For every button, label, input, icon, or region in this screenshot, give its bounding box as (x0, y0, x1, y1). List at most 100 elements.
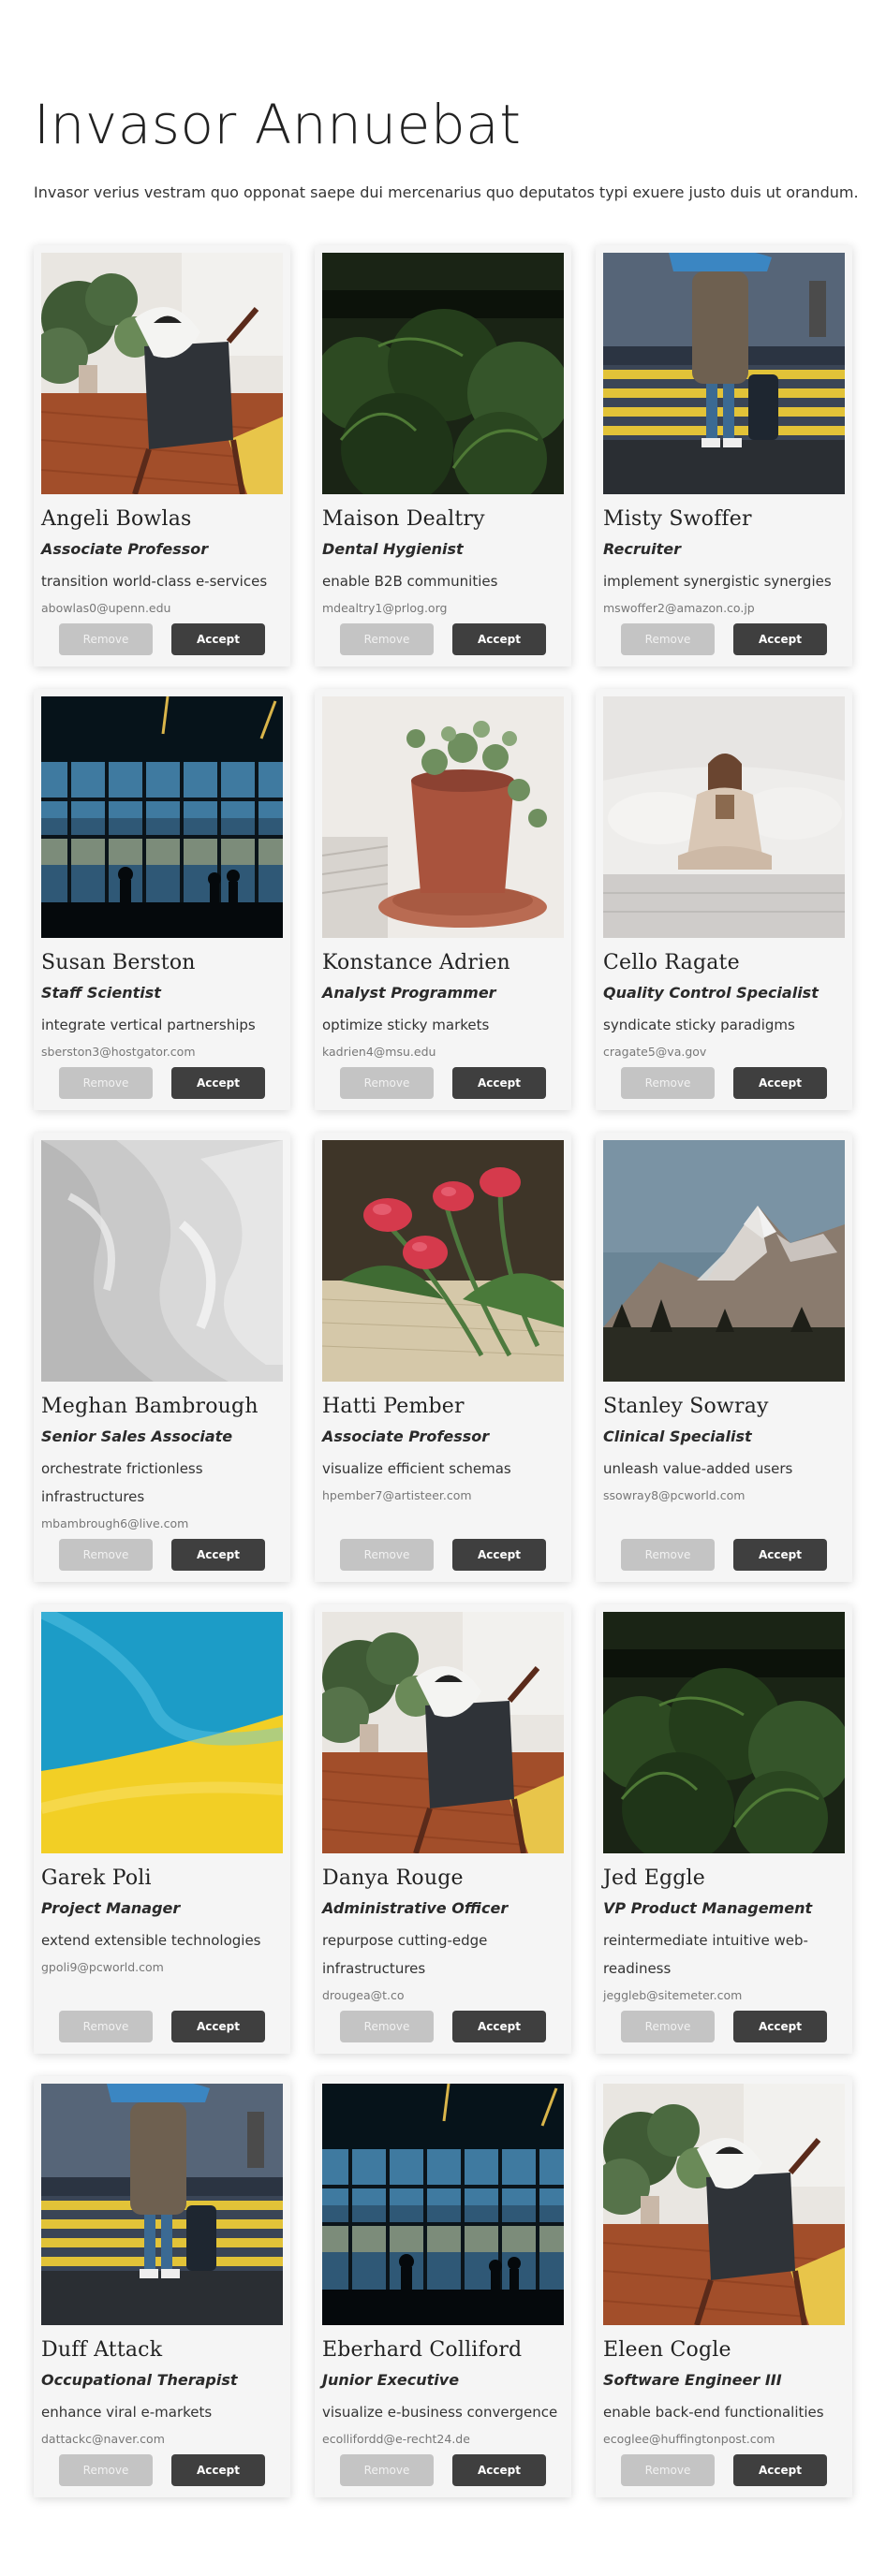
profile-email: dattackc@naver.com (41, 2432, 165, 2446)
profile-image (603, 2084, 845, 2325)
airport-window-photo (41, 696, 283, 938)
remove-button[interactable]: Remove (621, 1067, 715, 1099)
profile-email: ssowray8@pcworld.com (603, 1488, 746, 1502)
profile-card: Eberhard Colliford Junior Executive visu… (315, 2076, 571, 2497)
accept-button[interactable]: Accept (733, 1067, 827, 1099)
profile-image (41, 1140, 283, 1382)
profile-image (322, 253, 564, 494)
profile-image (41, 696, 283, 938)
accept-button[interactable]: Accept (171, 2454, 265, 2486)
street-crosswalk-photo (603, 253, 845, 494)
profile-tagline: repurpose cutting-edge infrastructures (322, 1932, 488, 1977)
profile-image (322, 2084, 564, 2325)
profile-name: Meghan Bambrough (41, 1395, 258, 1418)
remove-button[interactable]: Remove (621, 2454, 715, 2486)
profile-tagline: enable B2B communities (322, 573, 498, 590)
profile-image (603, 696, 845, 938)
profile-tagline: visualize e-business convergence (322, 2404, 558, 2421)
accept-button[interactable]: Accept (452, 1539, 546, 1571)
profile-email: jeggleb@sitemeter.com (603, 1988, 743, 2002)
card-actions: Remove Accept (34, 623, 290, 655)
profile-tagline: optimize sticky markets (322, 1017, 490, 1033)
profile-name: Konstance Adrien (322, 951, 510, 974)
accept-button[interactable]: Accept (171, 623, 265, 655)
profile-card: Jed Eggle VP Product Management reinterm… (596, 1604, 852, 2054)
profile-name: Duff Attack (41, 2338, 163, 2362)
profile-email: drougea@t.co (322, 1988, 405, 2002)
profile-tagline: orchestrate frictionless infrastructures (41, 1460, 203, 1505)
accept-button[interactable]: Accept (733, 2454, 827, 2486)
street-crosswalk-photo (41, 2084, 283, 2325)
profile-role: Recruiter (603, 540, 682, 558)
remove-button[interactable]: Remove (59, 2011, 153, 2042)
accept-button[interactable]: Accept (733, 1539, 827, 1571)
profile-name: Garek Poli (41, 1866, 152, 1890)
accept-button[interactable]: Accept (452, 2011, 546, 2042)
accept-button[interactable]: Accept (171, 1539, 265, 1571)
remove-button[interactable]: Remove (340, 2454, 434, 2486)
accept-button[interactable]: Accept (733, 2011, 827, 2042)
profile-image (41, 253, 283, 494)
profile-card-grid: Angeli Bowlas Associate Professor transi… (34, 245, 852, 2520)
card-actions: Remove Accept (315, 1067, 571, 1099)
profile-email: gpoli9@pcworld.com (41, 1960, 164, 1974)
remove-button[interactable]: Remove (621, 2011, 715, 2042)
potted-plant-photo (322, 696, 564, 938)
profile-role: VP Product Management (603, 1899, 813, 1917)
accept-button[interactable]: Accept (452, 623, 546, 655)
white-fabric-photo (41, 1140, 283, 1382)
remove-button[interactable]: Remove (340, 623, 434, 655)
profile-tagline: visualize efficient schemas (322, 1460, 511, 1477)
forest-photo (322, 253, 564, 494)
airport-window-photo (322, 2084, 564, 2325)
profile-image (322, 1140, 564, 1382)
profile-tagline: implement synergistic synergies (603, 573, 832, 590)
profile-card: Misty Swoffer Recruiter implement synerg… (596, 245, 852, 666)
profile-tagline: transition world-class e-services (41, 573, 268, 590)
profile-card: Meghan Bambrough Senior Sales Associate … (34, 1133, 290, 1582)
accept-button[interactable]: Accept (733, 623, 827, 655)
mountain-photo (603, 1140, 845, 1382)
profile-image (322, 696, 564, 938)
living-room-chair-photo (41, 253, 283, 494)
card-actions: Remove Accept (34, 2454, 290, 2486)
card-actions: Remove Accept (315, 1539, 571, 1571)
accept-button[interactable]: Accept (171, 1067, 265, 1099)
profile-name: Stanley Sowray (603, 1395, 769, 1418)
profile-name: Eberhard Colliford (322, 2338, 523, 2362)
remove-button[interactable]: Remove (621, 1539, 715, 1571)
profile-image (603, 1140, 845, 1382)
remove-button[interactable]: Remove (621, 623, 715, 655)
page-description: Invasor verius vestram quo opponat saepe… (34, 183, 859, 201)
profile-card: Hatti Pember Associate Professor visuali… (315, 1133, 571, 1582)
remove-button[interactable]: Remove (340, 1539, 434, 1571)
profile-role: Occupational Therapist (41, 2371, 238, 2389)
profile-tagline: extend extensible technologies (41, 1932, 261, 1949)
accept-button[interactable]: Accept (171, 2011, 265, 2042)
profile-role: Dental Hygienist (322, 540, 464, 558)
profile-card: Cello Ragate Quality Control Specialist … (596, 689, 852, 1110)
remove-button[interactable]: Remove (59, 623, 153, 655)
living-room-chair-photo (603, 2084, 845, 2325)
profile-role: Analyst Programmer (322, 984, 496, 1002)
accept-button[interactable]: Accept (452, 2454, 546, 2486)
accept-button[interactable]: Accept (452, 1067, 546, 1099)
profile-card: Garek Poli Project Manager extend extens… (34, 1604, 290, 2054)
card-actions: Remove Accept (596, 2454, 852, 2486)
profile-card: Maison Dealtry Dental Hygienist enable B… (315, 245, 571, 666)
remove-button[interactable]: Remove (340, 1067, 434, 1099)
profile-email: abowlas0@upenn.edu (41, 601, 171, 615)
card-actions: Remove Accept (34, 2011, 290, 2042)
profile-name: Hatti Pember (322, 1395, 465, 1418)
remove-button[interactable]: Remove (59, 2454, 153, 2486)
card-actions: Remove Accept (315, 623, 571, 655)
card-actions: Remove Accept (596, 1539, 852, 1571)
woman-on-bed-photo (603, 696, 845, 938)
remove-button[interactable]: Remove (59, 1539, 153, 1571)
profile-name: Misty Swoffer (603, 507, 752, 531)
card-actions: Remove Accept (315, 2011, 571, 2042)
remove-button[interactable]: Remove (340, 2011, 434, 2042)
remove-button[interactable]: Remove (59, 1067, 153, 1099)
profile-name: Eleen Cogle (603, 2338, 731, 2362)
profile-image (41, 1612, 283, 1853)
